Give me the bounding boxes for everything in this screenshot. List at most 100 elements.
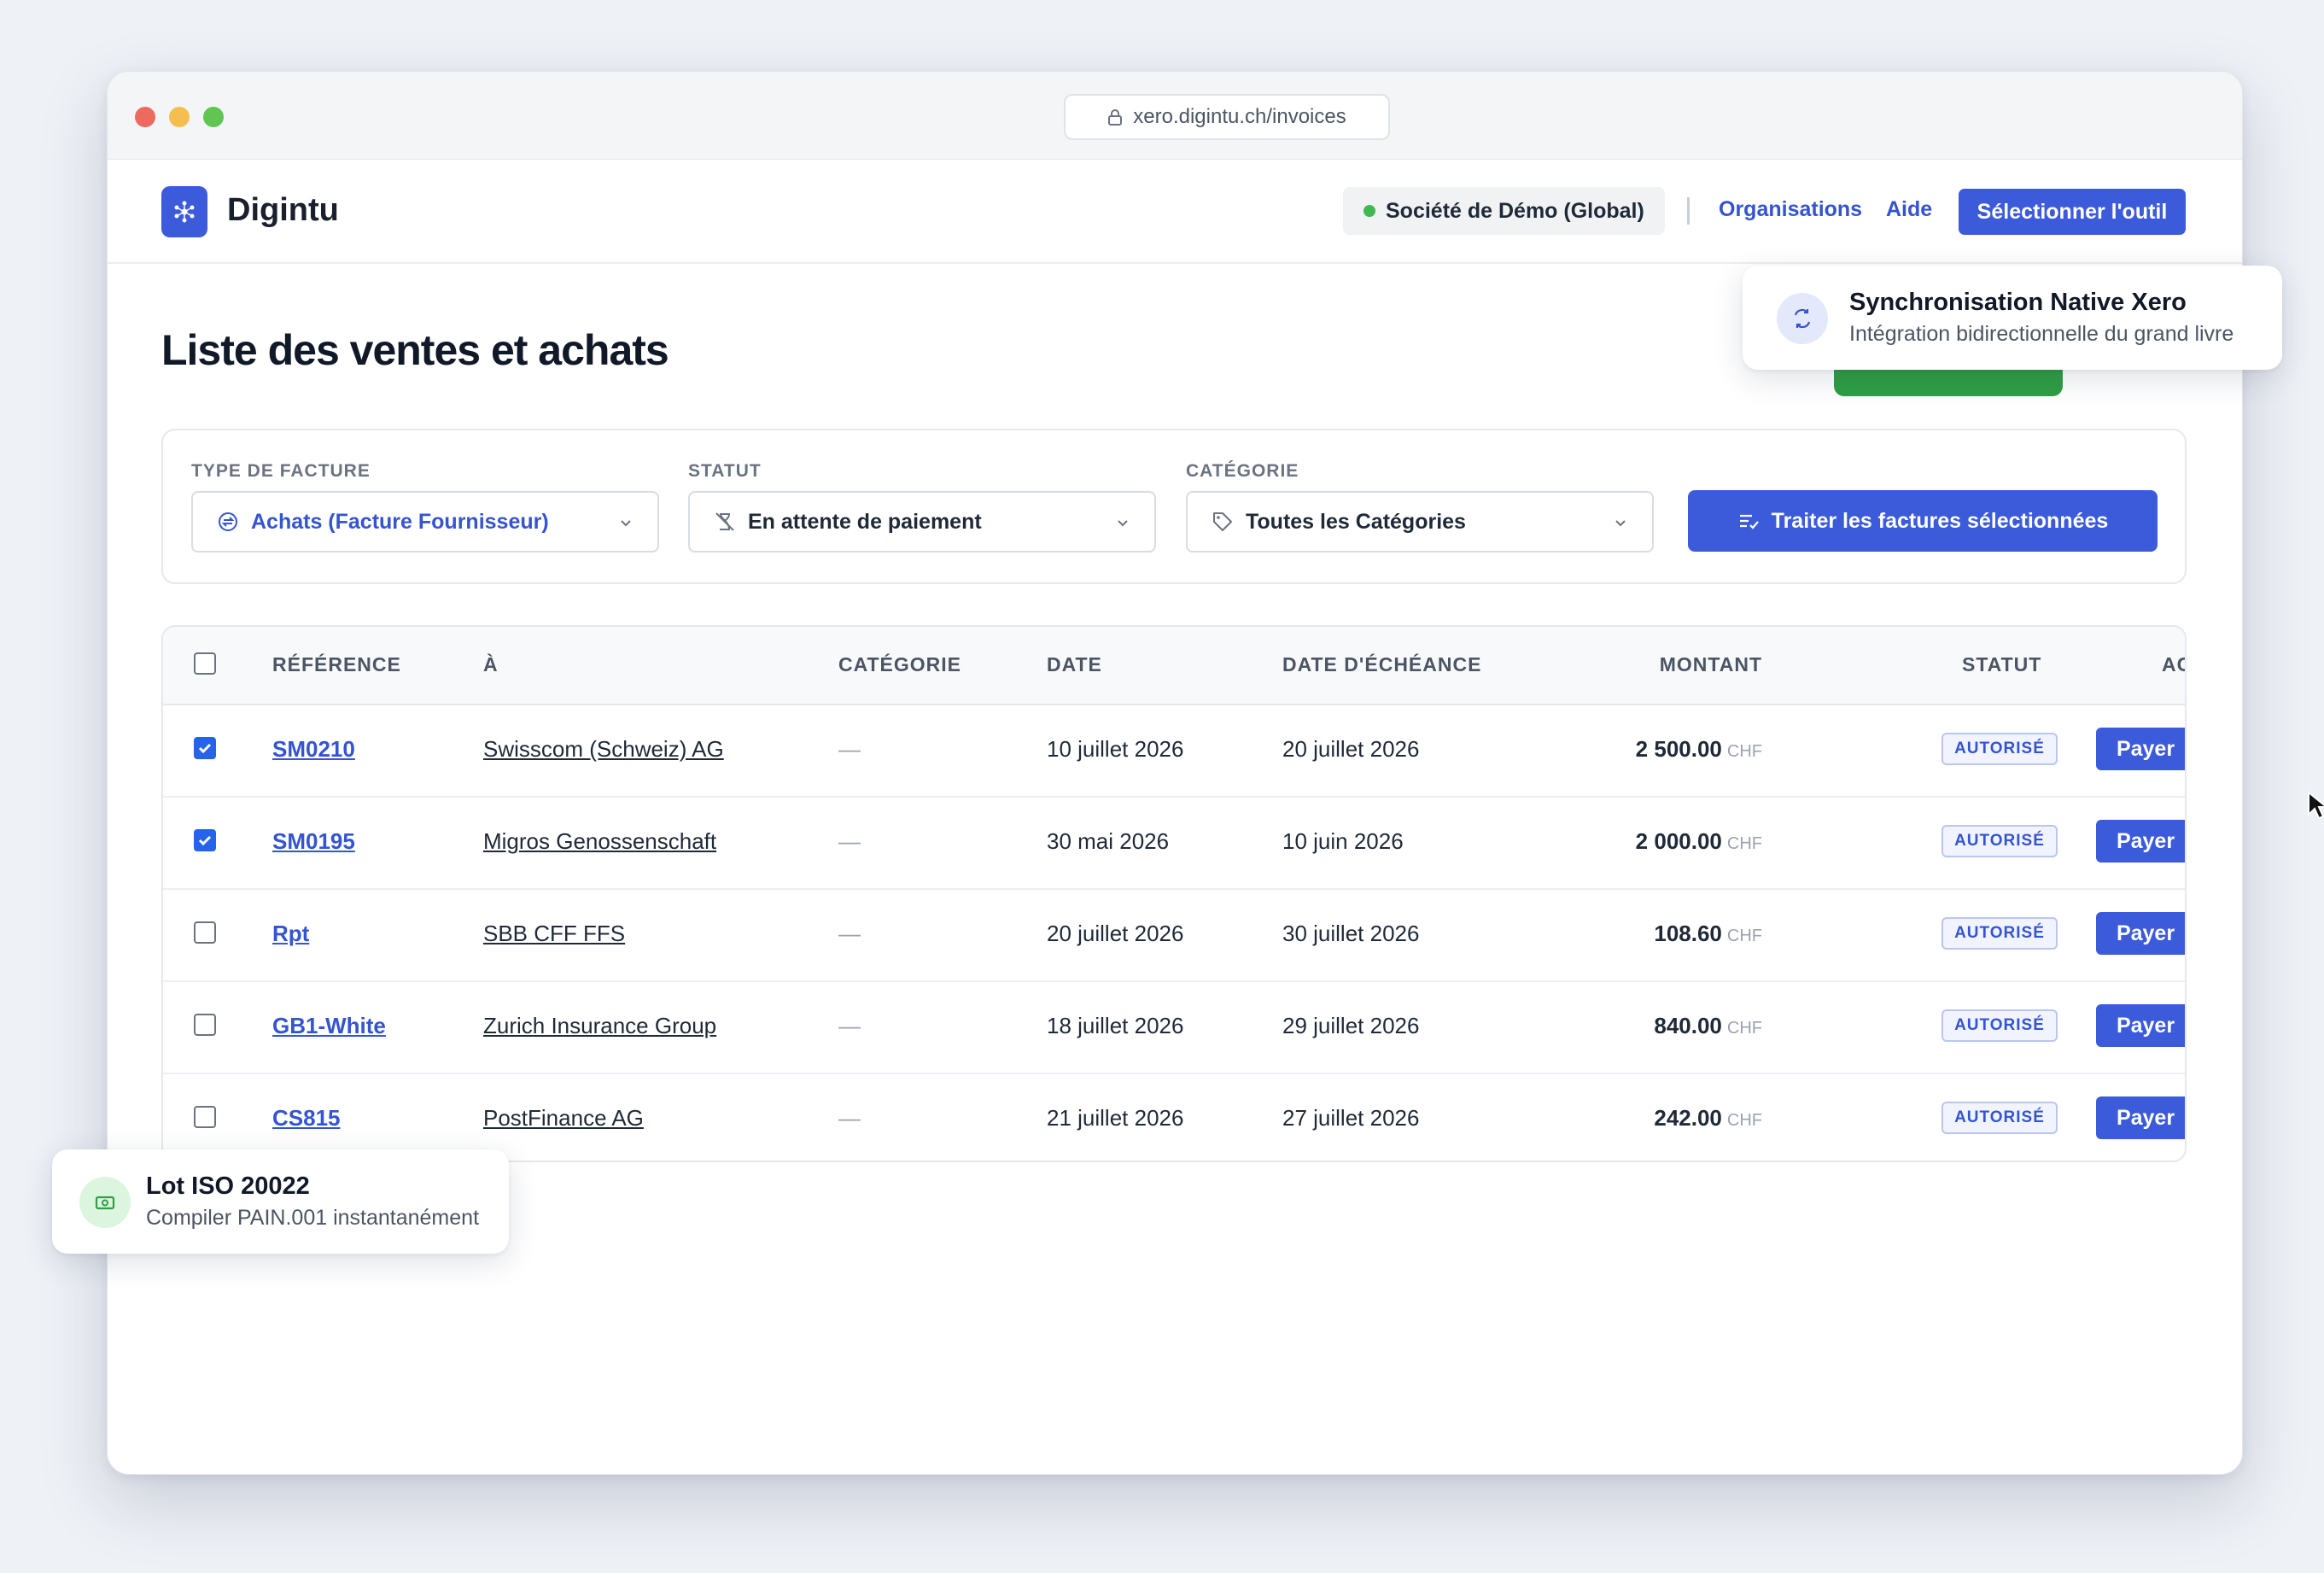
tag-icon [1212, 511, 1234, 533]
organization-name: Société de Démo (Global) [1386, 198, 1644, 223]
invoice-type-label: TYPE DE FACTURE [191, 461, 371, 481]
minimize-window-button[interactable] [169, 107, 190, 127]
status-label: STATUT [688, 461, 762, 481]
row-checkbox[interactable] [194, 1014, 216, 1036]
date-cell: 10 juillet 2026 [1047, 736, 1184, 762]
table-row[interactable]: Rpt SBB CFF FFS — 20 juillet 2026 30 jui… [163, 890, 2185, 982]
select-tool-button[interactable]: Sélectionner l'outil [1959, 189, 2186, 235]
column-date[interactable]: DATE [1047, 653, 1102, 676]
invoice-reference-link[interactable]: Rpt [272, 921, 309, 947]
help-link[interactable]: Aide [1886, 197, 1932, 222]
column-action: ACTION [2162, 653, 2185, 675]
chevron-down-icon [1118, 520, 1128, 527]
invoice-table: RÉFÉRENCE À CATÉGORIE DATE DATE D'ÉCHÉAN… [161, 625, 2187, 1162]
browser-titlebar: xero.digintu.ch/invoices [108, 72, 2242, 160]
row-checkbox[interactable] [194, 1106, 216, 1128]
mouse-cursor-icon [2308, 791, 2324, 820]
table-row[interactable]: GB1-White Zurich Insurance Group — 18 ju… [163, 982, 2185, 1074]
url-text: xero.digintu.ch/invoices [1133, 105, 1346, 128]
amount-cell: 2 000.00 CHF [1635, 828, 1762, 854]
row-checkbox[interactable] [194, 829, 216, 851]
table-row[interactable]: SM0210 Swisscom (Schweiz) AG — 10 juille… [163, 705, 2185, 798]
pay-button[interactable]: Payer [2096, 912, 2185, 955]
date-cell: 30 mai 2026 [1047, 828, 1170, 854]
due-date-cell: 29 juillet 2026 [1282, 1013, 1420, 1038]
iso-callout-title: Lot ISO 20022 [146, 1172, 310, 1200]
hourglass-off-icon [714, 511, 736, 533]
column-reference[interactable]: RÉFÉRENCE [272, 653, 401, 676]
status-badge: AUTORISÉ [1942, 1009, 2058, 1042]
organization-selector[interactable]: Société de Démo (Global) [1343, 187, 1665, 235]
contact-link[interactable]: PostFinance AG [483, 1105, 644, 1132]
date-cell: 20 juillet 2026 [1047, 921, 1184, 946]
amount-cell: 2 500.00 CHF [1635, 736, 1762, 762]
category-select[interactable]: Toutes les Catégories [1186, 491, 1654, 553]
address-bar[interactable]: xero.digintu.ch/invoices [1064, 94, 1390, 140]
pay-button[interactable]: Payer [2096, 820, 2185, 863]
sync-icon [1777, 293, 1828, 344]
due-date-cell: 27 juillet 2026 [1282, 1105, 1420, 1131]
xero-sync-callout: Synchronisation Native Xero Intégration … [1743, 266, 2282, 370]
category-cell: — [838, 921, 861, 946]
row-checkbox[interactable] [194, 737, 216, 759]
status-badge: AUTORISÉ [1942, 825, 2058, 857]
due-date-cell: 30 juillet 2026 [1282, 921, 1420, 946]
table-header: RÉFÉRENCE À CATÉGORIE DATE DATE D'ÉCHÉAN… [163, 627, 2185, 705]
amount-cell: 242.00 CHF [1654, 1105, 1762, 1131]
chevron-down-icon [1615, 520, 1626, 527]
chevron-down-icon [621, 520, 631, 527]
status-dot-icon [1363, 205, 1375, 217]
invoice-type-value: Achats (Facture Fournisseur) [251, 509, 549, 534]
contact-link[interactable]: Swisscom (Schweiz) AG [483, 736, 724, 763]
select-all-checkbox[interactable] [194, 652, 216, 675]
category-cell: — [838, 1013, 861, 1038]
header-divider [1687, 197, 1690, 225]
invoice-reference-link[interactable]: GB1-White [272, 1013, 386, 1039]
column-category[interactable]: CATÉGORIE [838, 653, 961, 676]
organisations-link[interactable]: Organisations [1719, 197, 1862, 222]
brand-name[interactable]: Digintu [227, 192, 339, 229]
row-checkbox[interactable] [194, 921, 216, 944]
status-badge: AUTORISÉ [1942, 733, 2058, 765]
iso-callout-subtitle: Compiler PAIN.001 instantanément [146, 1206, 480, 1230]
close-window-button[interactable] [135, 107, 155, 127]
column-to[interactable]: À [483, 653, 499, 676]
contact-link[interactable]: SBB CFF FFS [483, 921, 625, 947]
date-cell: 21 juillet 2026 [1047, 1105, 1184, 1131]
status-value: En attente de paiement [748, 509, 982, 534]
contact-link[interactable]: Zurich Insurance Group [483, 1013, 716, 1039]
sync-callout-subtitle: Intégration bidirectionnelle du grand li… [1849, 322, 2234, 346]
amount-cell: 108.60 CHF [1654, 921, 1762, 946]
list-check-icon [1739, 514, 1759, 529]
status-badge: AUTORISÉ [1942, 1102, 2058, 1134]
invoice-reference-link[interactable]: SM0195 [272, 828, 355, 855]
status-select[interactable]: En attente de paiement [688, 491, 1156, 553]
category-label: CATÉGORIE [1186, 461, 1299, 481]
column-status[interactable]: STATUT [1962, 653, 2041, 676]
pay-button[interactable]: Payer [2096, 728, 2185, 770]
filter-panel: TYPE DE FACTURE Achats (Facture Fourniss… [161, 429, 2187, 584]
invoice-type-select[interactable]: Achats (Facture Fournisseur) [191, 491, 659, 553]
invoice-reference-link[interactable]: SM0210 [272, 736, 355, 763]
amount-cell: 840.00 CHF [1654, 1013, 1762, 1038]
pay-button[interactable]: Payer [2096, 1004, 2185, 1047]
logo-icon[interactable] [161, 186, 207, 237]
category-cell: — [838, 828, 861, 854]
process-button-label: Traiter les factures sélectionnées [1771, 508, 2109, 533]
due-date-cell: 20 juillet 2026 [1282, 736, 1420, 762]
contact-link[interactable]: Migros Genossenschaft [483, 828, 716, 855]
column-due-date[interactable]: DATE D'ÉCHÉANCE [1282, 653, 1481, 676]
lock-icon [1108, 109, 1123, 126]
invoice-reference-link[interactable]: CS815 [272, 1105, 341, 1132]
category-value: Toutes les Catégories [1246, 509, 1466, 534]
exchange-icon [217, 511, 239, 533]
iso-batch-callout: Lot ISO 20022 Compiler PAIN.001 instanta… [52, 1149, 509, 1254]
status-badge: AUTORISÉ [1942, 917, 2058, 950]
page-title: Liste des ventes et achats [161, 326, 669, 374]
column-amount[interactable]: MONTANT [1660, 653, 1762, 676]
process-selected-invoices-button[interactable]: Traiter les factures sélectionnées [1688, 490, 2158, 552]
maximize-window-button[interactable] [203, 107, 224, 127]
table-row[interactable]: SM0195 Migros Genossenschaft — 30 mai 20… [163, 798, 2185, 890]
pay-button[interactable]: Payer [2096, 1096, 2185, 1139]
category-cell: — [838, 1105, 861, 1131]
